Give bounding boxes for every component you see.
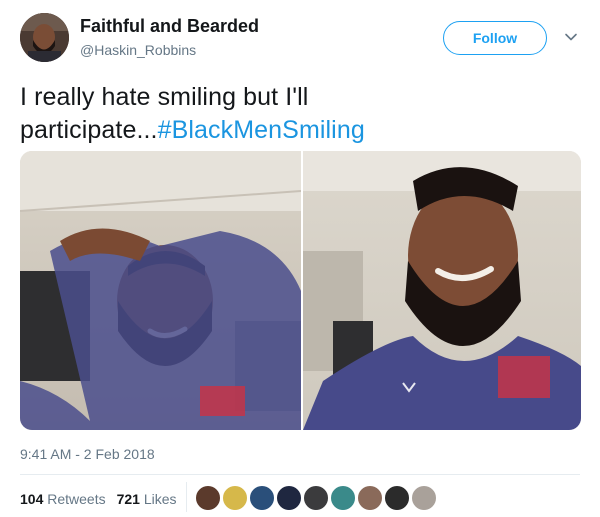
photo-1[interactable] [20, 151, 301, 430]
retweets-stat[interactable]: 104 Retweets [20, 491, 106, 507]
media-grid [20, 151, 581, 430]
liker-avatar[interactable] [384, 485, 410, 511]
display-name[interactable]: Faithful and Bearded [80, 16, 259, 37]
user-avatar[interactable] [20, 13, 69, 62]
retweets-count: 104 [20, 491, 44, 507]
photo-2[interactable] [303, 151, 581, 430]
avatar-image [20, 13, 69, 62]
likes-count: 721 [116, 491, 140, 507]
tweet-stats: 104 Retweets 721 Likes [20, 491, 188, 507]
tweet-text: I really hate smiling but I'll participa… [20, 81, 580, 147]
liker-avatar[interactable] [330, 485, 356, 511]
likes-label: Likes [143, 491, 177, 507]
liker-avatar[interactable] [276, 485, 302, 511]
liker-avatar[interactable] [195, 485, 221, 511]
stats-separator [186, 482, 187, 512]
hashtag-link[interactable]: #BlackMenSmiling [158, 116, 365, 144]
photo-2-image [303, 151, 581, 430]
liker-avatar[interactable] [411, 485, 437, 511]
follow-button[interactable]: Follow [443, 21, 547, 55]
liker-avatar[interactable] [249, 485, 275, 511]
user-handle[interactable]: @Haskin_Robbins [80, 42, 196, 58]
tweet-timestamp[interactable]: 9:41 AM - 2 Feb 2018 [20, 446, 155, 462]
photo-1-image [20, 151, 301, 430]
chevron-down-icon[interactable] [563, 29, 579, 45]
liker-avatar[interactable] [303, 485, 329, 511]
liker-avatar[interactable] [222, 485, 248, 511]
retweets-label: Retweets [47, 491, 106, 507]
divider-top [20, 474, 580, 475]
likes-stat[interactable]: 721 Likes [117, 491, 177, 507]
liker-avatar[interactable] [357, 485, 383, 511]
likers-avatars [195, 485, 438, 511]
